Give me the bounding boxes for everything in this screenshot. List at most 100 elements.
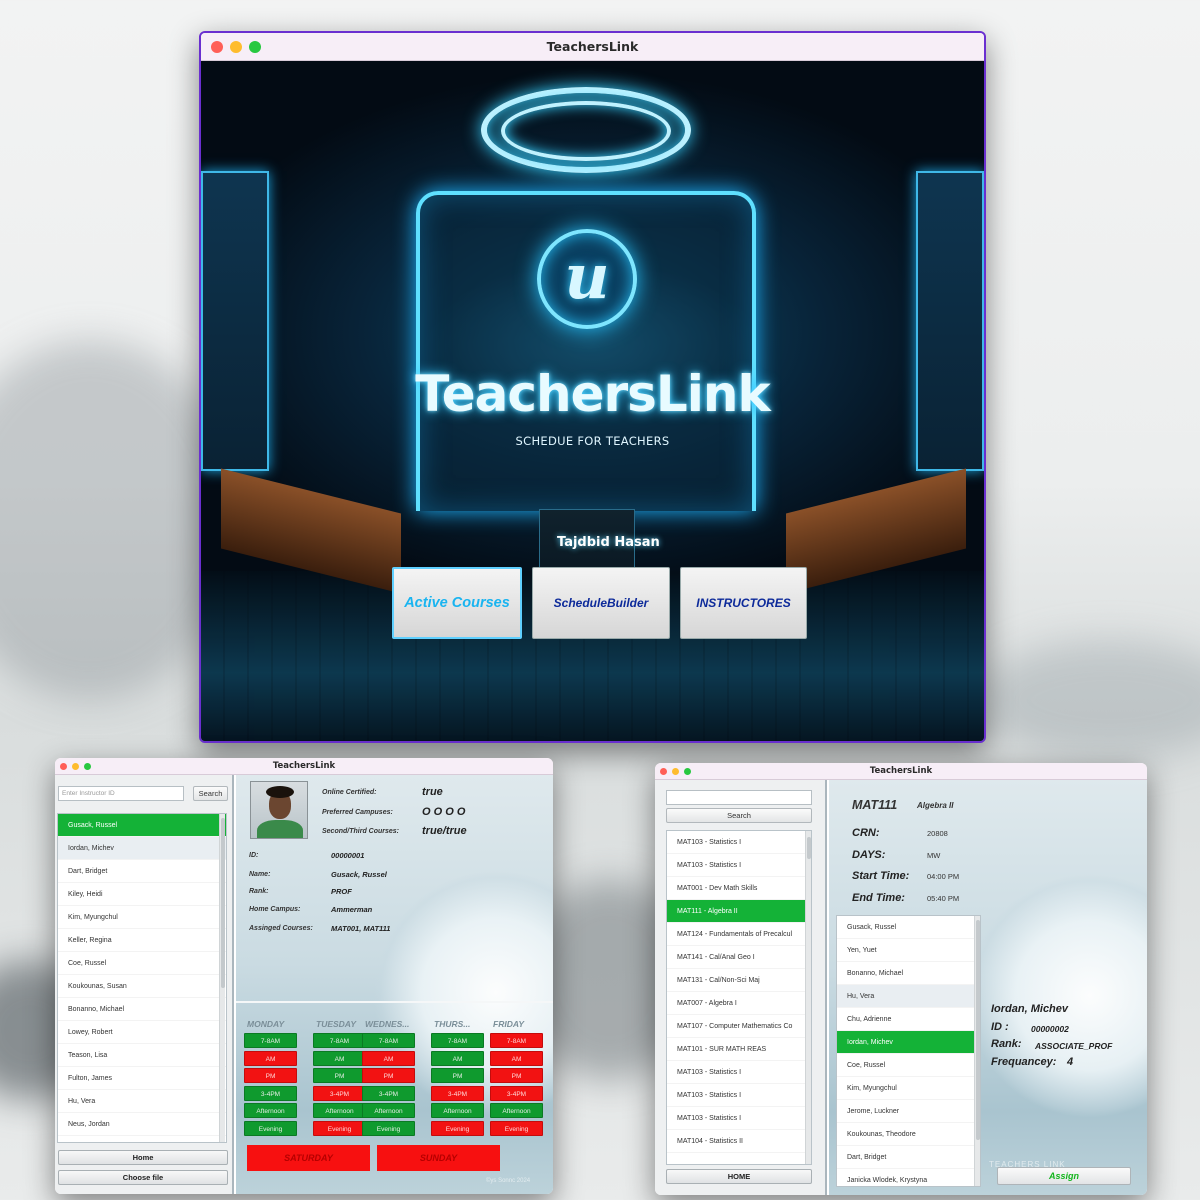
scrollbar-thumb[interactable] xyxy=(976,920,980,1140)
time-slot-toggle[interactable]: Afternoon xyxy=(244,1103,297,1119)
search-button[interactable]: Search xyxy=(193,786,228,801)
instructor-list[interactable]: Gusack, Russel Iordan, Michev Dart, Bridge… xyxy=(57,813,227,1143)
choose-file-button[interactable]: Choose file xyxy=(58,1170,228,1185)
list-item[interactable]: MAT103 - Statistics I xyxy=(667,854,811,877)
instructor-list-scrollbar[interactable] xyxy=(219,814,225,1142)
minimize-button[interactable] xyxy=(72,763,79,770)
home-button[interactable]: HOME xyxy=(666,1169,812,1184)
time-slot-toggle[interactable]: Afternoon xyxy=(313,1103,366,1119)
list-item[interactable]: Coe, Russel xyxy=(837,1054,980,1077)
close-button[interactable] xyxy=(211,41,223,53)
home-button[interactable]: Home xyxy=(58,1150,228,1165)
sunday-button[interactable]: SUNDAY xyxy=(377,1145,500,1171)
list-item[interactable]: Chu, Adrienne xyxy=(837,1008,980,1031)
maximize-button[interactable] xyxy=(84,763,91,770)
list-item[interactable]: Gusack, Russel xyxy=(837,916,980,939)
list-item[interactable]: Koukounas, Susan xyxy=(58,975,226,998)
time-slot-toggle[interactable]: Afternoon xyxy=(431,1103,484,1119)
list-item[interactable]: Hu, Vera xyxy=(837,985,980,1008)
time-slot-toggle[interactable]: Evening xyxy=(313,1121,366,1136)
scrollbar-thumb[interactable] xyxy=(221,818,225,988)
time-slot-toggle[interactable]: 3-4PM xyxy=(431,1085,484,1101)
list-item[interactable]: Teason, Lisa xyxy=(58,1044,226,1067)
time-slot-toggle[interactable]: 3-4PM xyxy=(244,1085,297,1101)
list-item[interactable]: MAT001 - Dev Math Skills xyxy=(667,877,811,900)
instructor-assign-list[interactable]: Gusack, Russel Yen, Yuet Bonanno, Michael H… xyxy=(836,915,981,1187)
list-item[interactable]: Kiley, Heidi xyxy=(58,883,226,906)
time-slot-toggle[interactable]: AM xyxy=(362,1050,415,1066)
time-slot-toggle[interactable]: PM xyxy=(244,1068,297,1084)
time-slot-toggle[interactable]: PM xyxy=(313,1068,366,1084)
close-button[interactable] xyxy=(60,763,67,770)
active-courses-button[interactable]: Active Courses xyxy=(392,567,522,639)
time-slot-toggle[interactable]: AM xyxy=(431,1050,484,1066)
list-item[interactable]: MAT107 - Computer Mathematics Co xyxy=(667,1015,811,1038)
list-item[interactable]: Hu, Vera xyxy=(58,1090,226,1113)
time-slot-toggle[interactable]: AM xyxy=(490,1050,543,1066)
time-slot-toggle[interactable]: 7-8AM xyxy=(244,1033,297,1048)
list-item[interactable]: Keller, Regina xyxy=(58,929,226,952)
list-item[interactable]: MAT131 - Cal/Non-Sci Maj xyxy=(667,969,811,992)
list-item[interactable]: Koukounas, Theodore xyxy=(837,1123,980,1146)
maximize-button[interactable] xyxy=(249,41,261,53)
list-item[interactable]: Bonanno, Michael xyxy=(58,998,226,1021)
list-item[interactable]: Gusack, Russel xyxy=(58,814,226,837)
course-search-input[interactable] xyxy=(666,790,812,805)
time-slot-toggle[interactable]: AM xyxy=(313,1050,366,1066)
time-slot-toggle[interactable]: PM xyxy=(362,1068,415,1084)
list-item[interactable]: Coe, Russel xyxy=(58,952,226,975)
time-slot-toggle[interactable]: Evening xyxy=(431,1121,484,1136)
list-item[interactable]: Iordan, Michev xyxy=(837,1031,980,1054)
minimize-button[interactable] xyxy=(230,41,242,53)
assign-button[interactable]: Assign xyxy=(997,1167,1131,1185)
list-item[interactable]: MAT101 - SUR MATH REAS xyxy=(667,1038,811,1061)
time-slot-toggle[interactable]: Evening xyxy=(362,1121,415,1136)
time-slot-toggle[interactable]: 3-4PM xyxy=(362,1085,415,1101)
time-slot-toggle[interactable]: Afternoon xyxy=(490,1103,543,1119)
scrollbar-thumb[interactable] xyxy=(807,837,811,859)
list-item[interactable]: MAT103 - Statistics I xyxy=(667,1084,811,1107)
list-item[interactable]: Dart, Bridget xyxy=(837,1146,980,1169)
time-slot-toggle[interactable]: 3-4PM xyxy=(313,1085,366,1101)
list-item[interactable]: MAT124 - Fundamentals of Precalcul xyxy=(667,923,811,946)
course-list-scrollbar[interactable] xyxy=(805,831,811,1164)
maximize-button[interactable] xyxy=(684,768,691,775)
list-item[interactable]: MAT141 - Cal/Anal Geo I xyxy=(667,946,811,969)
list-item[interactable]: Yen, Yuet xyxy=(837,939,980,962)
list-item[interactable]: MAT103 - Statistics I xyxy=(667,1061,811,1084)
time-slot-toggle[interactable]: PM xyxy=(490,1068,543,1084)
list-item[interactable]: Neus, Jordan xyxy=(58,1113,226,1136)
time-slot-toggle[interactable]: PM xyxy=(431,1068,484,1084)
list-item[interactable]: Kim, Myungchul xyxy=(58,906,226,929)
list-item[interactable]: Janicka Wlodek, Krystyna xyxy=(837,1169,980,1186)
time-slot-toggle[interactable]: 7-8AM xyxy=(431,1033,484,1048)
saturday-button[interactable]: SATURDAY xyxy=(247,1145,370,1171)
list-item[interactable]: MAT111 - Algebra II xyxy=(667,900,811,923)
list-item[interactable]: Bonanno, Michael xyxy=(837,962,980,985)
time-slot-toggle[interactable]: 7-8AM xyxy=(313,1033,366,1048)
list-item[interactable]: Jerome, Luckner xyxy=(837,1100,980,1123)
instructor-assign-scrollbar[interactable] xyxy=(974,916,980,1186)
time-slot-toggle[interactable]: Afternoon xyxy=(362,1103,415,1119)
instructors-button[interactable]: INSTRUCTORES xyxy=(680,567,807,639)
search-button[interactable]: Search xyxy=(666,808,812,823)
list-item[interactable]: Kim, Myungchul xyxy=(837,1077,980,1100)
time-slot-toggle[interactable]: 7-8AM xyxy=(490,1033,543,1048)
list-item[interactable]: Fulton, James xyxy=(58,1067,226,1090)
list-item[interactable]: MAT103 - Statistics I xyxy=(667,831,811,854)
course-list[interactable]: MAT103 - Statistics I MAT103 - Statistics… xyxy=(666,830,812,1165)
list-item[interactable]: MAT007 - Algebra I xyxy=(667,992,811,1015)
list-item[interactable]: MAT104 - Statistics II xyxy=(667,1130,811,1153)
schedule-builder-button[interactable]: ScheduleBuilder xyxy=(532,567,670,639)
time-slot-toggle[interactable]: Evening xyxy=(490,1121,543,1136)
list-item[interactable]: Iordan, Michev xyxy=(58,837,226,860)
list-item[interactable]: Dart, Bridget xyxy=(58,860,226,883)
time-slot-toggle[interactable]: 3-4PM xyxy=(490,1085,543,1101)
minimize-button[interactable] xyxy=(672,768,679,775)
list-item[interactable]: Lowey, Robert xyxy=(58,1021,226,1044)
time-slot-toggle[interactable]: 7-8AM xyxy=(362,1033,415,1048)
time-slot-toggle[interactable]: Evening xyxy=(244,1121,297,1136)
list-item[interactable]: MAT103 - Statistics I xyxy=(667,1107,811,1130)
time-slot-toggle[interactable]: AM xyxy=(244,1050,297,1066)
close-button[interactable] xyxy=(660,768,667,775)
